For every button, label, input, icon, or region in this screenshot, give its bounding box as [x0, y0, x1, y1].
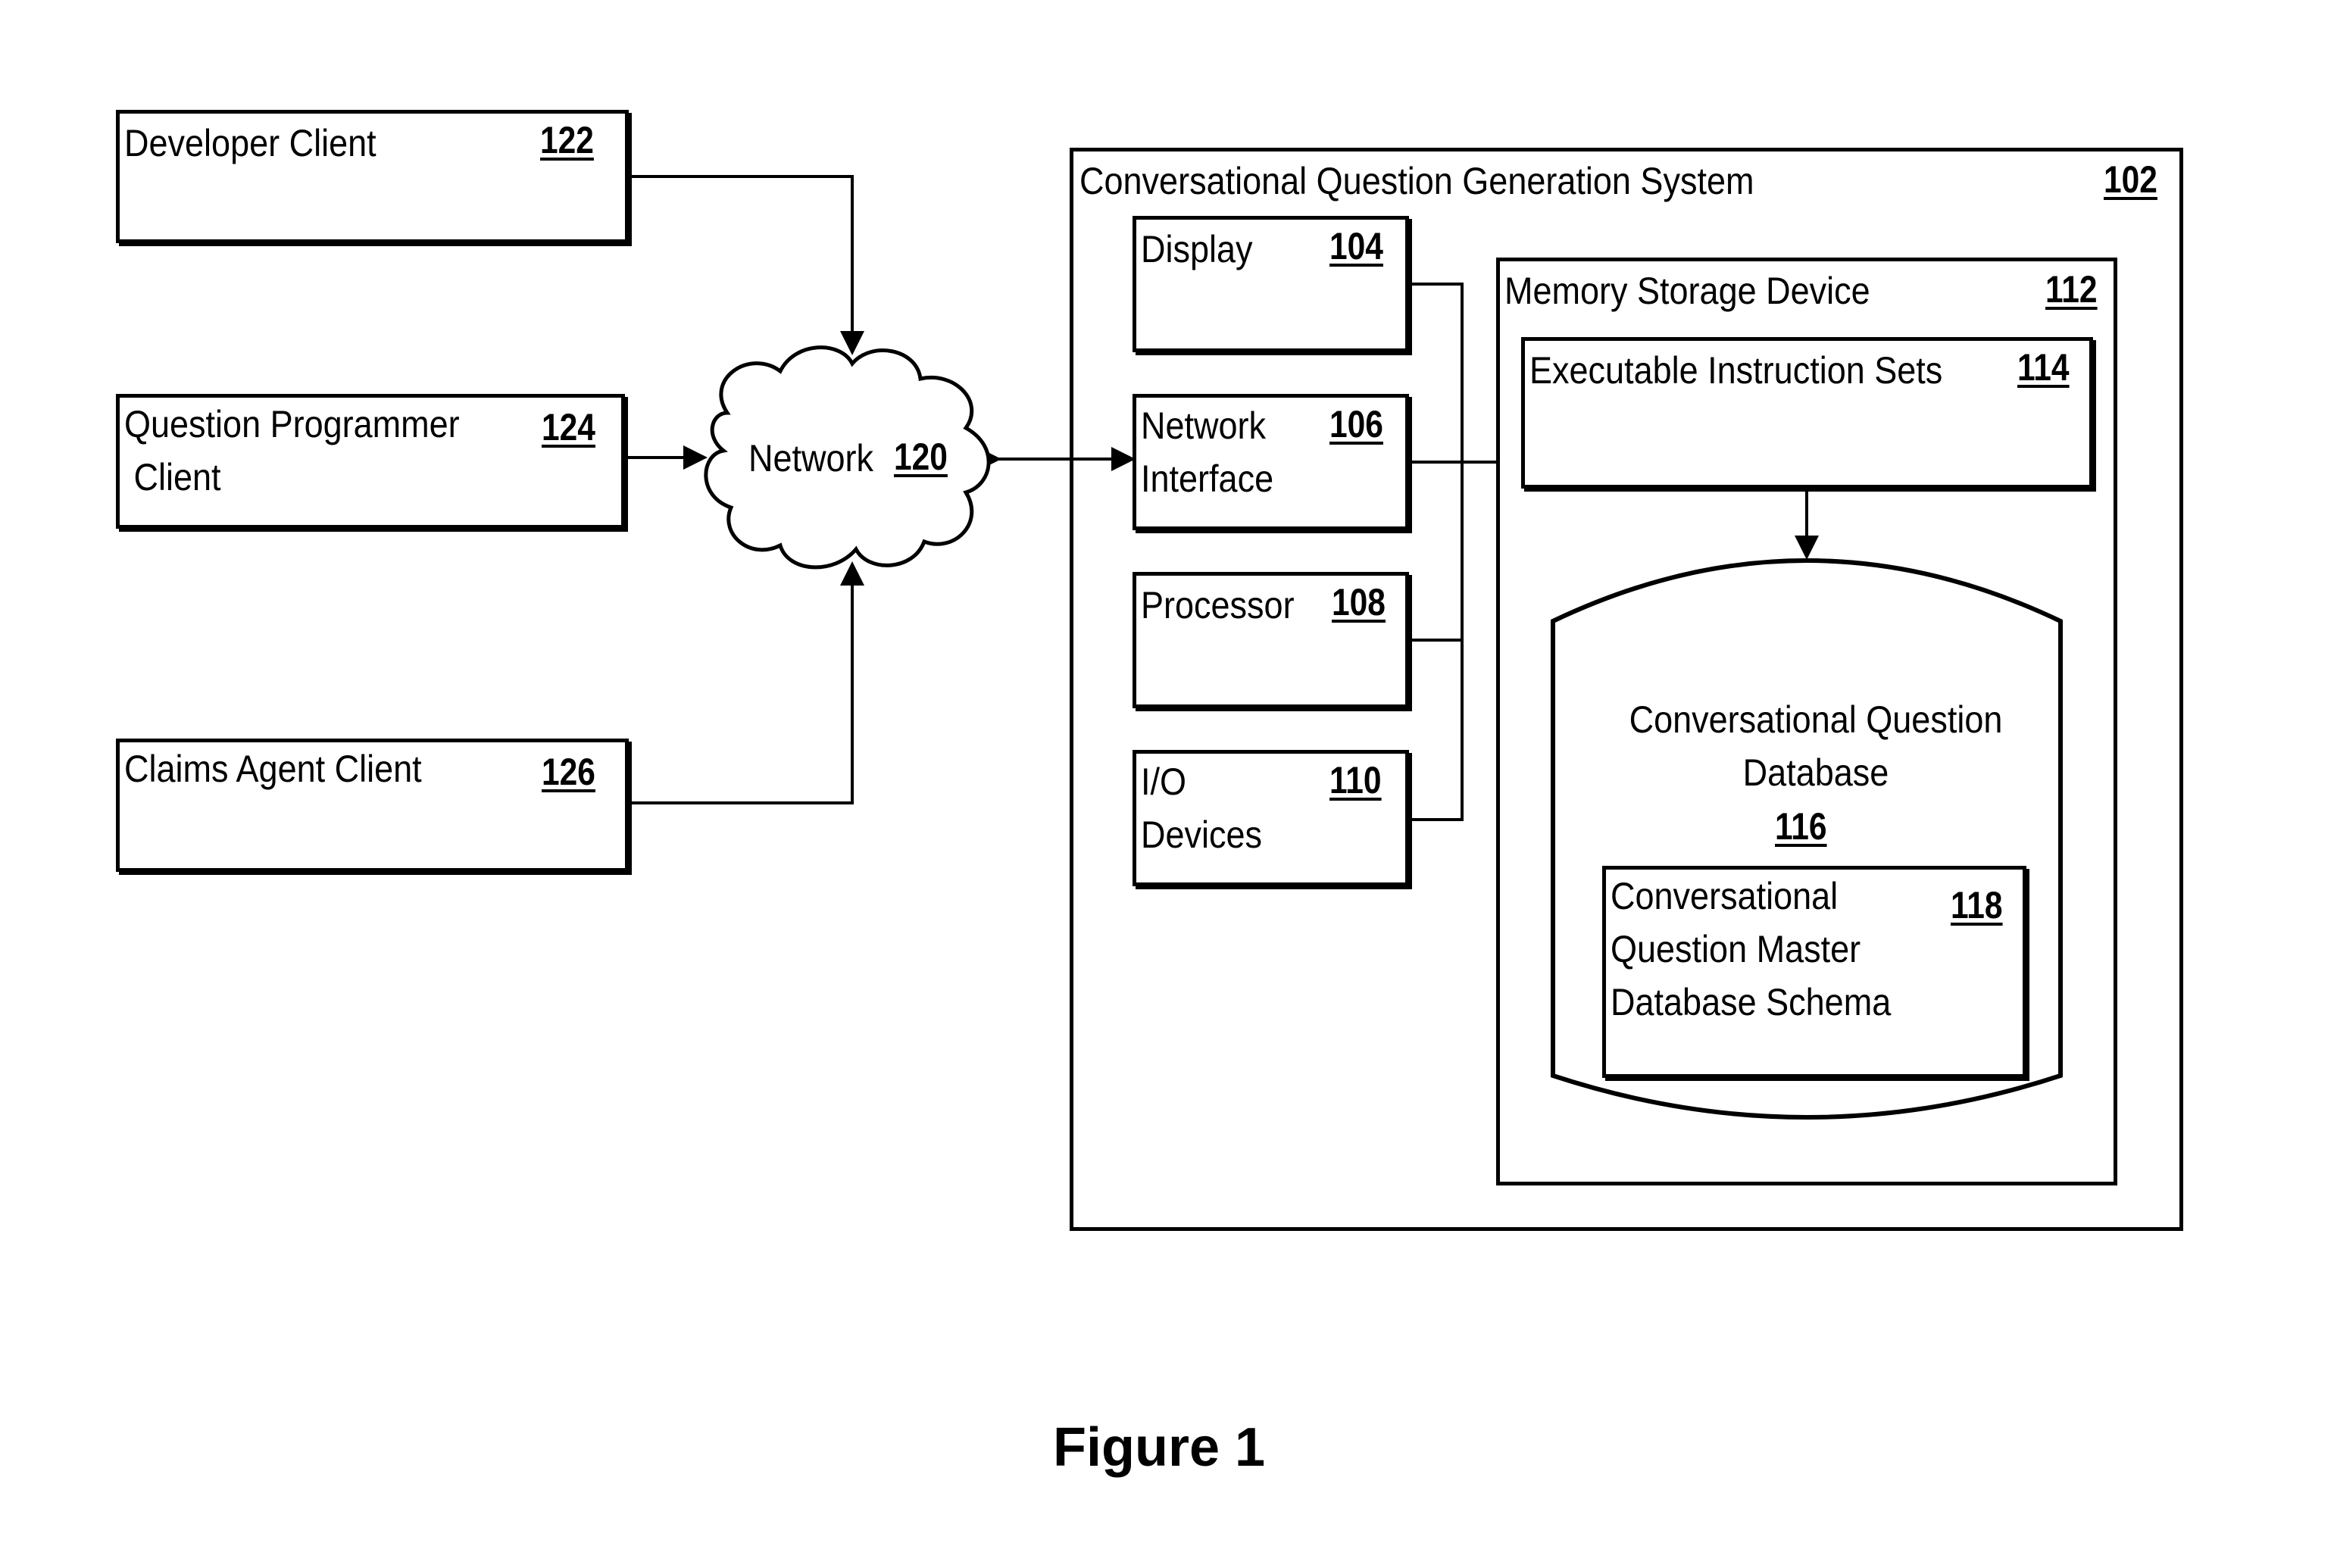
system-ref: 102: [2104, 158, 2157, 201]
component-label: Processor: [1141, 584, 1295, 626]
network-label: Network: [748, 437, 874, 479]
processor-box: Processor 108: [1133, 572, 1409, 708]
client-ref: 124: [542, 406, 595, 448]
io-devices-box: I/O Devices 110: [1133, 750, 1409, 886]
developer-network-link: [608, 164, 864, 355]
instructions-box: Executable Instruction Sets 114: [1521, 337, 2093, 489]
client-label: Developer Client: [124, 122, 376, 164]
schema-label: Conversational Question Master Database …: [1611, 875, 1892, 1023]
instructions-label: Executable Instruction Sets: [1529, 349, 1943, 392]
display-box: Display 104: [1133, 216, 1409, 352]
memory-label: Memory Storage Device: [1504, 270, 1870, 312]
claims-network-link: [608, 561, 864, 815]
network-ref: 120: [894, 436, 948, 478]
component-ref: 110: [1329, 759, 1382, 801]
system-label: Conversational Question Generation Syste…: [1079, 160, 1754, 202]
question-programmer-client-box: Question Programmer Client 124: [116, 394, 625, 529]
schema-box: Conversational Question Master Database …: [1602, 866, 2026, 1078]
developer-client-box: Developer Client 122: [116, 110, 629, 243]
network-interface-box: Network Interface 106: [1133, 394, 1409, 530]
instructions-ref: 114: [2017, 346, 2070, 389]
figure-caption: Figure 1: [1053, 1417, 1266, 1478]
component-label: I/O Devices: [1141, 761, 1263, 856]
client-label: Claims Agent Client: [124, 748, 422, 790]
memory-ref: 112: [2045, 268, 2098, 311]
client-ref: 122: [540, 119, 594, 161]
database-ref: 116: [1775, 805, 1827, 848]
component-ref: 108: [1332, 581, 1386, 623]
database-label: Conversational Question Database: [1629, 698, 2003, 794]
component-label: Network Interface: [1141, 404, 1274, 500]
client-ref: 126: [542, 751, 595, 793]
claims-agent-client-box: Claims Agent Client 126: [116, 739, 629, 872]
schema-ref: 118: [1951, 884, 2003, 926]
component-ref: 106: [1329, 403, 1383, 445]
client-label: Question Programmer Client: [124, 403, 460, 498]
component-ref: 104: [1329, 225, 1383, 267]
component-label: Display: [1141, 228, 1253, 270]
